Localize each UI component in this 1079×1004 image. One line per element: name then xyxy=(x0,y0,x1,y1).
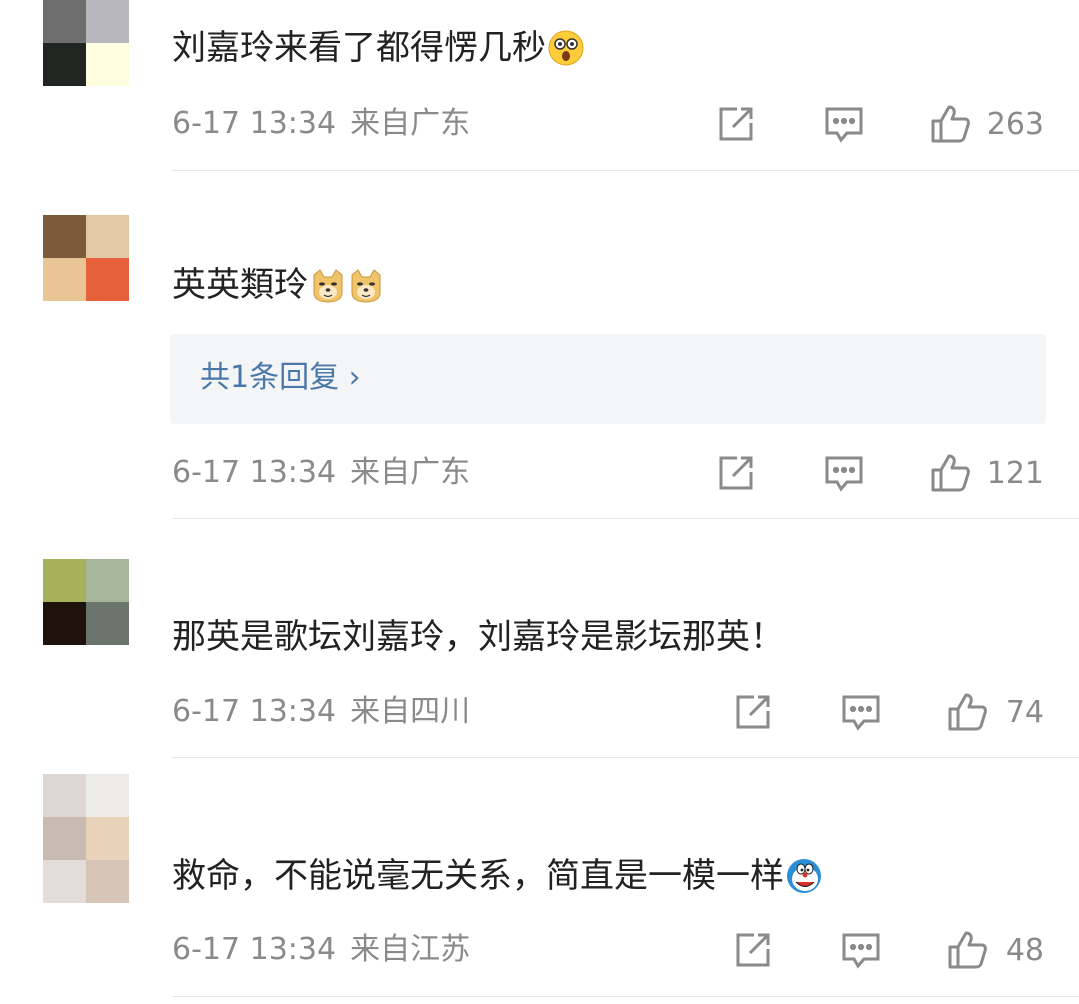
avatar[interactable] xyxy=(43,774,129,903)
doge-emoji-icon xyxy=(310,267,346,303)
comment-location: 来自四川 xyxy=(350,694,471,729)
divider xyxy=(172,518,1079,519)
divider xyxy=(172,170,1079,171)
thumbs-up-icon[interactable] xyxy=(929,452,971,494)
like-count: 263 xyxy=(986,106,1044,142)
avatar[interactable] xyxy=(43,0,129,86)
comment-actions: 74 xyxy=(732,691,1044,733)
comment-location: 来自江苏 xyxy=(350,932,471,967)
comment-text-content: 英英類玲 xyxy=(172,265,308,305)
share-icon[interactable] xyxy=(715,103,757,145)
avatar-tile xyxy=(86,0,129,43)
comment-location: 来自广东 xyxy=(350,455,471,490)
share-icon[interactable] xyxy=(732,929,774,971)
comment-text-content: 救命，不能说毫无关系，简直是一模一样 xyxy=(172,856,784,896)
avatar-tile xyxy=(86,258,129,301)
like-count: 74 xyxy=(1005,694,1044,730)
comment-text: 刘嘉玲来看了都得愣几秒 xyxy=(172,28,584,68)
comment-text: 救命，不能说毫无关系，简直是一模一样 xyxy=(172,856,822,896)
avatar-tile xyxy=(43,602,86,645)
comment-text: 英英類玲 xyxy=(172,265,384,305)
thumbs-up-icon[interactable] xyxy=(929,103,971,145)
avatar-tile xyxy=(86,43,129,86)
avatar[interactable] xyxy=(43,215,129,301)
comment-text: 那英是歌坛刘嘉玲，刘嘉玲是影坛那英！ xyxy=(172,617,784,657)
comment-date: 6-17 13:34 xyxy=(172,455,337,490)
doraemon-emoji-icon xyxy=(786,858,822,894)
divider xyxy=(172,996,1079,997)
like-count: 48 xyxy=(1005,932,1044,968)
reply-summary-box[interactable]: 共1条回复 › xyxy=(170,334,1046,424)
thumbs-up-icon[interactable] xyxy=(946,929,988,971)
comment-icon[interactable] xyxy=(823,103,865,145)
comment-icon[interactable] xyxy=(823,452,865,494)
avatar-tile xyxy=(43,559,86,602)
comment-actions: 121 xyxy=(715,452,1044,494)
comment-date: 6-17 13:34 xyxy=(172,106,337,141)
comment-date: 6-17 13:34 xyxy=(172,694,337,729)
avatar-tile xyxy=(43,258,86,301)
comment-text-content: 那英是歌坛刘嘉玲，刘嘉玲是影坛那英！ xyxy=(172,617,784,657)
astonished-emoji-icon xyxy=(548,30,584,66)
avatar-tile xyxy=(86,559,129,602)
avatar-tile xyxy=(86,860,129,903)
avatar-tile xyxy=(86,774,129,817)
comment-icon[interactable] xyxy=(840,691,882,733)
comment-meta: 6-17 13:34 来自广东 xyxy=(172,106,470,142)
avatar[interactable] xyxy=(43,559,129,645)
avatar-tile xyxy=(43,43,86,86)
reply-summary-link[interactable]: 共1条回复 › xyxy=(200,360,361,396)
avatar-tile xyxy=(43,0,86,43)
comment-meta: 6-17 13:34 来自广东 xyxy=(172,455,470,491)
comment-location: 来自广东 xyxy=(350,106,471,141)
avatar-tile xyxy=(43,215,86,258)
comment-actions: 48 xyxy=(732,929,1044,971)
divider xyxy=(172,757,1079,758)
like-count: 121 xyxy=(986,455,1044,491)
share-icon[interactable] xyxy=(715,452,757,494)
avatar-tile xyxy=(43,774,86,817)
comment-text-content: 刘嘉玲来看了都得愣几秒 xyxy=(172,28,546,68)
share-icon[interactable] xyxy=(732,691,774,733)
avatar-tile xyxy=(43,860,86,903)
avatar-tile xyxy=(86,602,129,645)
comment-icon[interactable] xyxy=(840,929,882,971)
comment-actions: 263 xyxy=(715,103,1044,145)
avatar-tile xyxy=(43,817,86,860)
comment-date: 6-17 13:34 xyxy=(172,932,337,967)
avatar-tile xyxy=(86,817,129,860)
comment-meta: 6-17 13:34 来自四川 xyxy=(172,694,470,730)
comment-meta: 6-17 13:34 来自江苏 xyxy=(172,932,470,968)
thumbs-up-icon[interactable] xyxy=(946,691,988,733)
avatar-tile xyxy=(86,215,129,258)
doge-emoji-icon xyxy=(348,267,384,303)
